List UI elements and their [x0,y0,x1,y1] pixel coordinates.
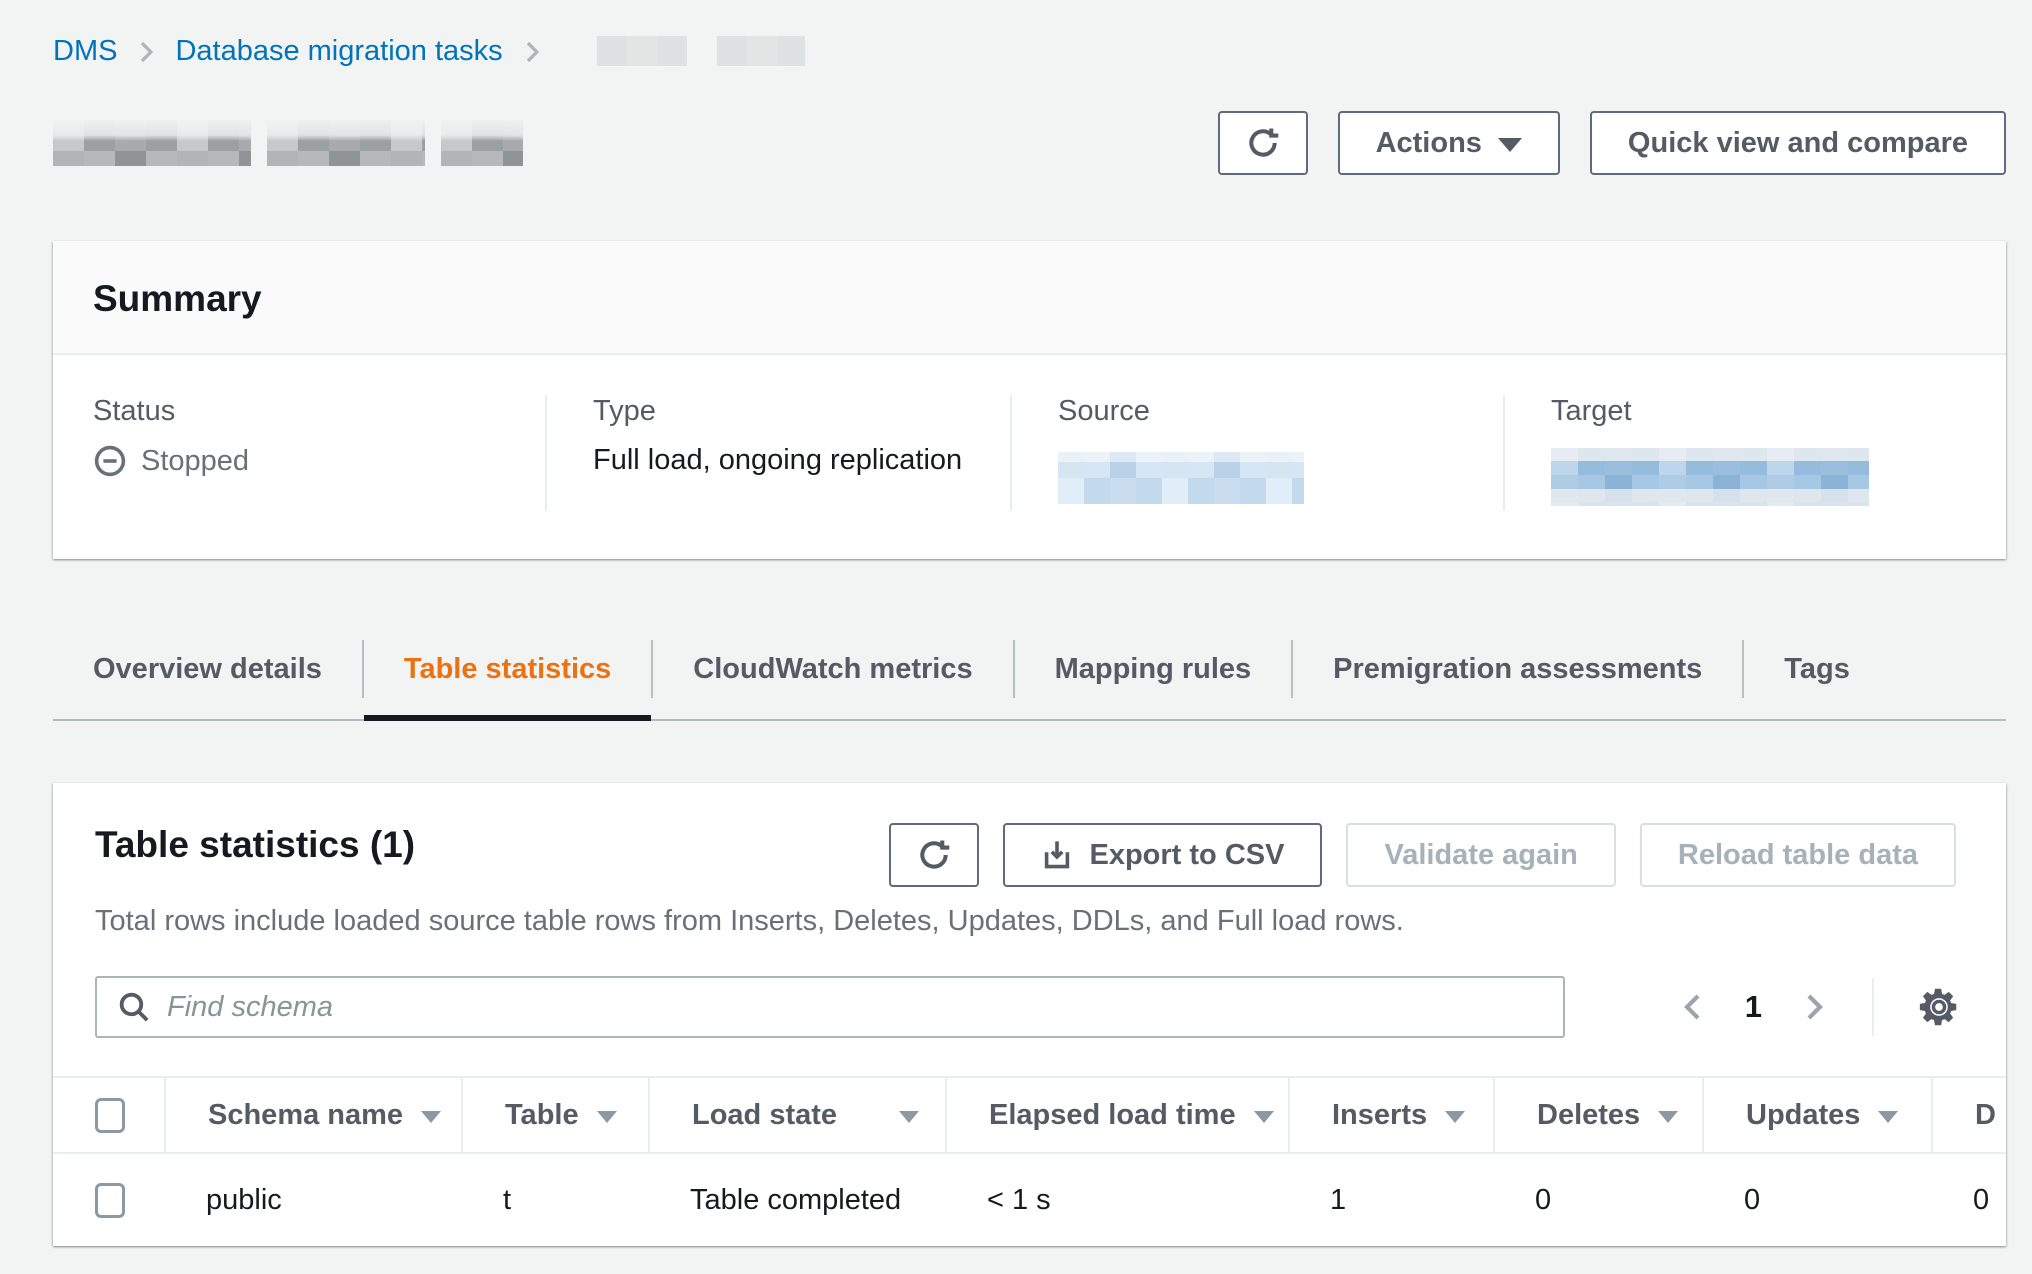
summary-body: Status Stopped Type Full load, ongoing r… [53,355,2006,559]
table-statistics-panel: Table statistics (1) [53,783,2006,1246]
cell-load-state: Table completed [648,1154,945,1246]
summary-header: Summary [53,241,2006,355]
actions-button[interactable]: Actions [1338,111,1560,175]
table-statistics-table: Schema name Table Load state Elapsed loa… [53,1076,2006,1246]
target-label: Target [1551,395,1942,428]
gear-icon [1916,984,1962,1030]
refresh-icon [917,838,951,872]
reload-table-data-button[interactable]: Reload table data [1640,823,1956,887]
summary-field-source: Source [1010,395,1503,511]
column-header-ddls-clipped[interactable]: D [1931,1078,2006,1152]
search-input[interactable] [95,976,1565,1038]
refresh-button[interactable] [1218,111,1308,175]
pagination: 1 [1677,978,1962,1036]
table-toolbar: 1 [53,976,2006,1038]
table-refresh-button[interactable] [889,823,979,887]
refresh-icon [1246,126,1280,160]
cell-inserts: 1 [1288,1154,1493,1246]
summary-field-type: Type Full load, ongoing replication [545,395,1010,511]
table-row: public t Table completed < 1 s 1 0 0 0 [53,1154,2006,1246]
validate-again-button[interactable]: Validate again [1346,823,1615,887]
cell-elapsed-load-time: < 1 s [945,1154,1288,1246]
table-statistics-description: Total rows include loaded source table r… [53,905,2006,938]
tab-premigration-assessments[interactable]: Premigration assessments [1293,619,1742,719]
tab-table-statistics[interactable]: Table statistics [364,619,651,719]
chevron-right-icon [519,39,545,65]
download-icon [1041,839,1073,871]
reload-table-data-label: Reload table data [1678,841,1918,870]
column-header-schema-name[interactable]: Schema name [164,1078,461,1152]
row-checkbox[interactable] [95,1183,125,1218]
tab-overview-details[interactable]: Overview details [53,619,362,719]
sort-caret-icon [1445,1111,1465,1123]
sort-caret-icon [1254,1111,1274,1123]
quick-view-compare-label: Quick view and compare [1628,129,1968,158]
cell-updates: 0 [1702,1154,1931,1246]
dms-task-page: DMS Database migration tasks [53,33,2006,1246]
export-csv-label: Export to CSV [1089,841,1284,870]
page-header: Actions Quick view and compare [53,111,2006,175]
task-tabs: Overview details Table statistics CloudW… [53,619,2006,721]
actions-button-label: Actions [1376,129,1482,158]
summary-title: Summary [93,277,1960,321]
column-header-deletes[interactable]: Deletes [1493,1078,1702,1152]
cell-deletes: 0 [1493,1154,1702,1246]
breadcrumb-link-tasks[interactable]: Database migration tasks [175,35,502,68]
table-settings-button[interactable] [1916,984,1962,1030]
select-all-checkbox[interactable] [95,1098,125,1133]
breadcrumb-link-dms[interactable]: DMS [53,35,117,68]
caret-down-icon [1498,138,1522,152]
column-header-updates[interactable]: Updates [1702,1078,1931,1152]
sort-caret-icon [899,1111,919,1123]
source-endpoint-link-redacted[interactable] [1058,452,1304,504]
tab-mapping-rules[interactable]: Mapping rules [1015,619,1292,719]
summary-panel: Summary Status Stopped Type Full load, o… [53,241,2006,559]
cell-schema-name: public [164,1154,461,1246]
schema-search [95,976,1565,1038]
target-endpoint-link-redacted[interactable] [1551,448,1869,506]
divider [1872,978,1874,1036]
sort-caret-icon [597,1111,617,1123]
column-header-inserts[interactable]: Inserts [1288,1078,1493,1152]
status-label: Status [93,395,521,428]
breadcrumb-current-redacted [567,36,805,66]
prev-page-button[interactable] [1677,991,1709,1023]
table-statistics-title: Table statistics (1) [95,823,415,867]
chevron-left-icon [1677,991,1709,1023]
current-page-number[interactable]: 1 [1745,989,1762,1025]
page-title-redacted [53,120,523,166]
status-value: Stopped [141,445,249,478]
column-header-table[interactable]: Table [461,1078,648,1152]
column-header-elapsed-load-time[interactable]: Elapsed load time [945,1078,1288,1152]
tab-cloudwatch-metrics[interactable]: CloudWatch metrics [653,619,1012,719]
source-label: Source [1058,395,1479,428]
tab-tags[interactable]: Tags [1744,619,1890,719]
next-page-button[interactable] [1798,991,1830,1023]
table-header-row: Schema name Table Load state Elapsed loa… [53,1076,2006,1154]
cell-table: t [461,1154,648,1246]
table-statistics-actions: Export to CSV Validate again Reload tabl… [889,823,1956,887]
column-header-load-state[interactable]: Load state [648,1078,945,1152]
cell-ddls-clipped: 0 [1931,1154,2006,1246]
sort-caret-icon [1658,1111,1678,1123]
minus-circle-icon [93,444,127,478]
chevron-right-icon [1798,991,1830,1023]
breadcrumb: DMS Database migration tasks [53,33,2006,69]
sort-caret-icon [421,1111,441,1123]
header-actions: Actions Quick view and compare [1218,111,2006,175]
summary-field-target: Target [1503,395,1966,511]
search-icon [117,990,151,1024]
summary-field-status: Status Stopped [93,395,545,511]
type-value: Full load, ongoing replication [593,444,986,477]
type-label: Type [593,395,986,428]
quick-view-compare-button[interactable]: Quick view and compare [1590,111,2006,175]
validate-again-label: Validate again [1384,841,1577,870]
table-statistics-header: Table statistics (1) [53,783,2006,887]
chevron-right-icon [133,39,159,65]
sort-caret-icon [1878,1111,1898,1123]
export-csv-button[interactable]: Export to CSV [1003,823,1322,887]
